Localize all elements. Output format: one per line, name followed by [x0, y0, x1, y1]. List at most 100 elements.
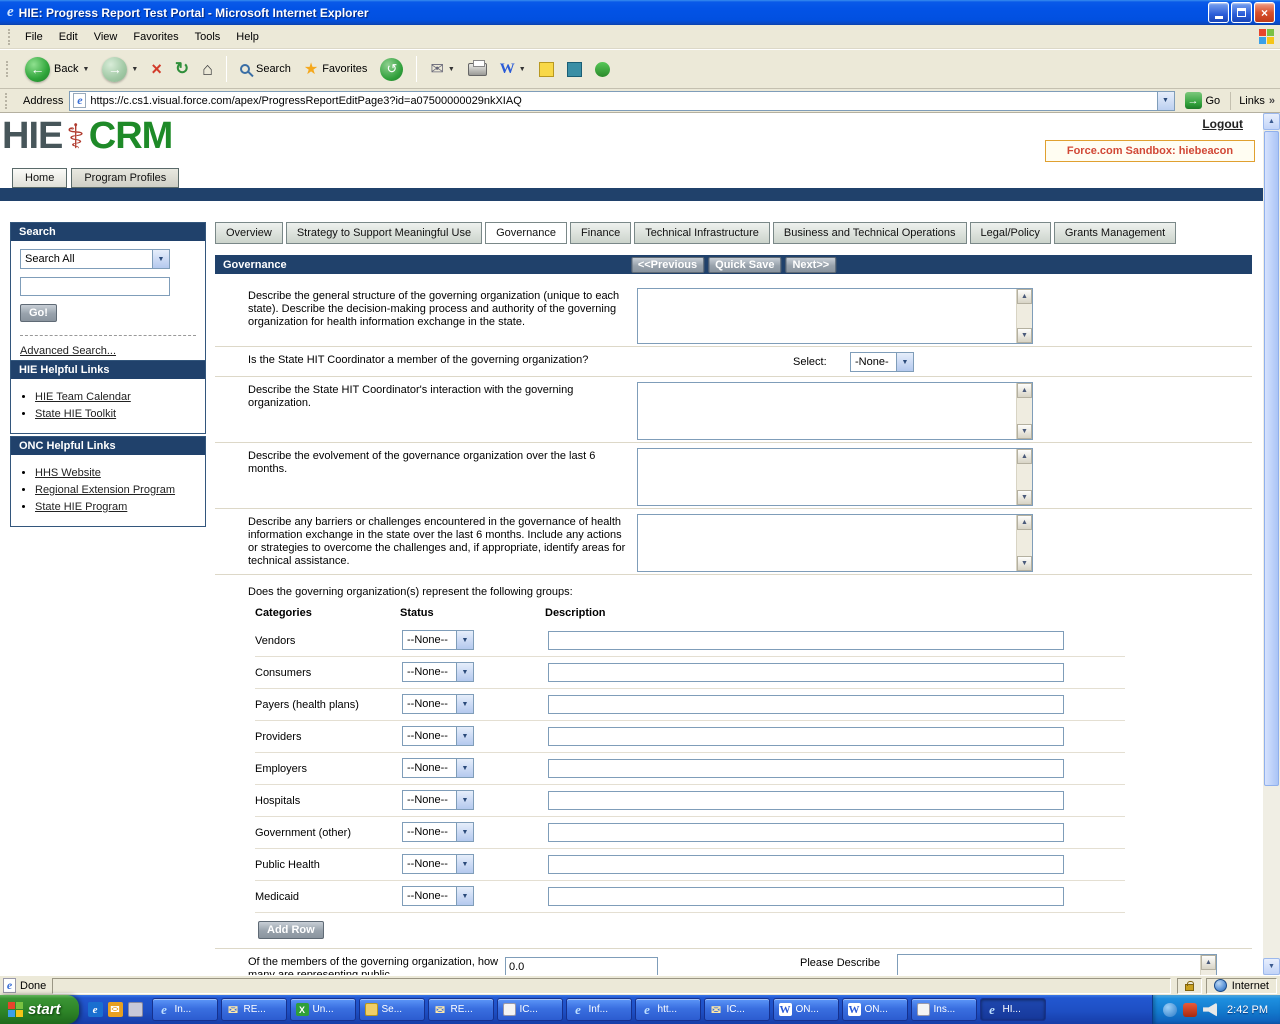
- status-select[interactable]: --None--▼: [402, 630, 474, 650]
- task-button[interactable]: WON...: [773, 998, 839, 1021]
- menu-help[interactable]: Help: [228, 27, 267, 47]
- tab-business-technical-operations[interactable]: Business and Technical Operations: [773, 222, 967, 244]
- coordinator-interaction-textarea[interactable]: ▲ ▼: [637, 382, 1033, 440]
- task-button[interactable]: IC...: [497, 998, 563, 1021]
- show-desktop-icon[interactable]: [128, 1002, 143, 1017]
- evolvement-textarea[interactable]: ▲ ▼: [637, 448, 1033, 506]
- scroll-up-icon[interactable]: ▲: [1017, 449, 1032, 464]
- address-input[interactable]: e https://c.cs1.visual.force.com/apex/Pr…: [69, 91, 1174, 111]
- status-select[interactable]: --None--▼: [402, 758, 474, 778]
- browser-scrollbar[interactable]: ▲ ▼: [1263, 113, 1280, 975]
- task-button[interactable]: eIn...: [152, 998, 218, 1021]
- textarea-scrollbar[interactable]: ▲ ▼: [1016, 515, 1032, 571]
- tab-governance[interactable]: Governance: [485, 222, 567, 244]
- menu-tools[interactable]: Tools: [187, 27, 229, 47]
- start-button[interactable]: start: [0, 995, 79, 1024]
- edit-with-word-button[interactable]: W ▼: [497, 59, 529, 80]
- please-describe-textarea[interactable]: ▲ ▼: [897, 954, 1217, 975]
- edit-dropdown-icon[interactable]: ▼: [519, 66, 526, 73]
- forward-button[interactable]: → ▼: [99, 55, 141, 84]
- search-button[interactable]: Search: [237, 61, 294, 77]
- description-input[interactable]: [548, 855, 1064, 874]
- nav-tab-home[interactable]: Home: [12, 168, 67, 188]
- hie-team-calendar-link[interactable]: HIE Team Calendar: [35, 391, 131, 403]
- status-select[interactable]: --None--▼: [402, 694, 474, 714]
- state-hie-program-link[interactable]: State HIE Program: [35, 501, 127, 513]
- textarea-scrollbar[interactable]: ▲ ▼: [1016, 449, 1032, 505]
- textarea-scrollbar[interactable]: ▲ ▼: [1016, 289, 1032, 343]
- add-row-button[interactable]: Add Row: [258, 921, 324, 939]
- next-button[interactable]: Next>>: [785, 257, 836, 273]
- maximize-button[interactable]: [1231, 2, 1252, 23]
- description-input[interactable]: [548, 631, 1064, 650]
- close-button[interactable]: ×: [1254, 2, 1275, 23]
- menu-favorites[interactable]: Favorites: [125, 27, 186, 47]
- tab-strategy[interactable]: Strategy to Support Meaningful Use: [286, 222, 482, 244]
- description-input[interactable]: [548, 823, 1064, 842]
- research-button[interactable]: [564, 60, 585, 79]
- regional-extension-program-link[interactable]: Regional Extension Program: [35, 484, 175, 496]
- mail-quicklaunch-icon[interactable]: ✉: [108, 1002, 123, 1017]
- task-button[interactable]: ✉RE...: [428, 998, 494, 1021]
- scroll-up-icon[interactable]: ▲: [1017, 289, 1032, 304]
- task-button[interactable]: ✉RE...: [221, 998, 287, 1021]
- status-select[interactable]: --None--▼: [402, 854, 474, 874]
- history-button[interactable]: ↺: [377, 56, 406, 83]
- search-input[interactable]: [20, 277, 170, 296]
- task-button[interactable]: Ins...: [911, 998, 977, 1021]
- status-select[interactable]: --None--▼: [402, 790, 474, 810]
- quick-save-button[interactable]: Quick Save: [708, 257, 781, 273]
- task-button-active[interactable]: eHI...: [980, 998, 1046, 1021]
- advanced-search-link[interactable]: Advanced Search...: [20, 345, 116, 357]
- scroll-down-icon[interactable]: ▼: [1017, 424, 1032, 439]
- description-input[interactable]: [548, 663, 1064, 682]
- menu-edit[interactable]: Edit: [51, 27, 86, 47]
- description-input[interactable]: [548, 791, 1064, 810]
- barriers-textarea[interactable]: ▲ ▼: [637, 514, 1033, 572]
- tab-grants-management[interactable]: Grants Management: [1054, 222, 1176, 244]
- previous-button[interactable]: <<Previous: [631, 257, 704, 273]
- task-button[interactable]: WON...: [842, 998, 908, 1021]
- security-shield-icon[interactable]: [1183, 1003, 1197, 1017]
- description-input[interactable]: [548, 695, 1064, 714]
- menu-view[interactable]: View: [86, 27, 126, 47]
- minimize-button[interactable]: [1208, 2, 1229, 23]
- description-input[interactable]: [548, 759, 1064, 778]
- status-select[interactable]: --None--▼: [402, 662, 474, 682]
- mail-button[interactable]: ✉ ▼: [427, 57, 457, 81]
- print-button[interactable]: [465, 61, 490, 78]
- messenger-button[interactable]: [592, 60, 613, 79]
- status-select[interactable]: --None--▼: [402, 886, 474, 906]
- search-go-button[interactable]: Go!: [20, 304, 57, 322]
- tab-finance[interactable]: Finance: [570, 222, 631, 244]
- description-input[interactable]: [548, 727, 1064, 746]
- members-count-input[interactable]: [505, 957, 658, 975]
- address-dropdown-icon[interactable]: ▼: [1157, 92, 1174, 110]
- description-input[interactable]: [548, 887, 1064, 906]
- hit-coordinator-member-select[interactable]: -None- ▼: [850, 352, 914, 372]
- tab-technical-infrastructure[interactable]: Technical Infrastructure: [634, 222, 770, 244]
- scroll-down-button[interactable]: ▼: [1263, 958, 1280, 975]
- textarea-scrollbar[interactable]: ▲ ▼: [1016, 383, 1032, 439]
- volume-icon[interactable]: [1203, 1003, 1217, 1017]
- task-button[interactable]: eInf...: [566, 998, 632, 1021]
- task-button[interactable]: ✉IC...: [704, 998, 770, 1021]
- scroll-up-icon[interactable]: ▲: [1017, 383, 1032, 398]
- go-button[interactable]: → Go: [1181, 91, 1225, 110]
- search-scope-select[interactable]: Search All ▼: [20, 249, 170, 269]
- scroll-up-icon[interactable]: ▲: [1201, 955, 1216, 970]
- scroll-down-icon[interactable]: ▼: [1017, 556, 1032, 571]
- task-button[interactable]: Se...: [359, 998, 425, 1021]
- ie-quicklaunch-icon[interactable]: e: [88, 1002, 103, 1017]
- scroll-down-icon[interactable]: ▼: [1017, 328, 1032, 343]
- scrollbar-thumb[interactable]: [1264, 131, 1279, 786]
- textarea-scrollbar[interactable]: ▲ ▼: [1200, 955, 1216, 975]
- menu-file[interactable]: File: [17, 27, 51, 47]
- nav-tab-program-profiles[interactable]: Program Profiles: [71, 168, 179, 188]
- scroll-up-button[interactable]: ▲: [1263, 113, 1280, 130]
- favorites-button[interactable]: ★ Favorites: [301, 57, 371, 81]
- tab-overview[interactable]: Overview: [215, 222, 283, 244]
- state-hie-toolkit-link[interactable]: State HIE Toolkit: [35, 408, 116, 420]
- scroll-up-icon[interactable]: ▲: [1017, 515, 1032, 530]
- forward-dropdown-icon[interactable]: ▼: [131, 66, 138, 73]
